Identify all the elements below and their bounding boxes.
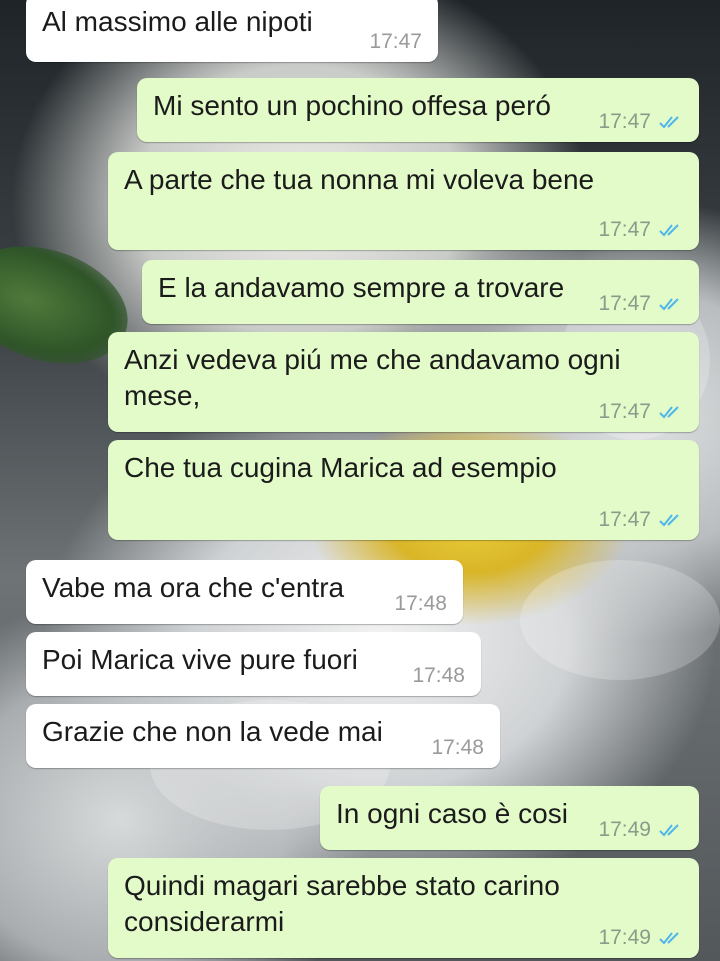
message-text: Che tua cugina Marica ad esempio [124, 452, 557, 483]
message-bubble-incoming[interactable]: Vabe ma ora che c'entra 17:48 [26, 560, 463, 624]
message-text: Vabe ma ora che c'entra [42, 572, 345, 603]
message-time: 17:48 [431, 736, 484, 759]
message-text-line: Quindi magari sarebbe stato carino [124, 870, 560, 901]
message-bubble-outgoing[interactable]: In ogni caso è cosi 17:49 [320, 786, 699, 850]
message-bubble-outgoing[interactable]: A parte che tua nonna mi voleva bene 17:… [108, 152, 699, 250]
message-meta: 17:48 [412, 664, 465, 688]
message-time: 17:47 [598, 292, 651, 315]
message-bubble-outgoing[interactable]: E la andavamo sempre a trovare 17:47 [142, 260, 699, 324]
message-time: 17:49 [598, 818, 651, 841]
message-meta: 17:49 [598, 818, 683, 842]
double-check-read-icon [659, 298, 679, 311]
message-meta: 17:47 [598, 508, 683, 532]
message-time: 17:49 [598, 926, 651, 949]
message-time: 17:47 [598, 110, 651, 133]
message-bubble-outgoing[interactable]: Anzi vedeva piú me che andavamo ogni mes… [108, 332, 699, 432]
message-time: 17:47 [598, 218, 651, 241]
message-time: 17:47 [369, 30, 422, 53]
message-text: Poi Marica vive pure fuori [42, 644, 358, 675]
message-bubble-incoming[interactable]: Al massimo alle nipoti 17:47 [26, 0, 438, 62]
message-bubble-outgoing[interactable]: Mi sento un pochino offesa peró 17:47 [137, 78, 699, 142]
double-check-read-icon [659, 116, 679, 129]
message-bubble-incoming[interactable]: Poi Marica vive pure fuori 17:48 [26, 632, 481, 696]
message-meta: 17:49 [598, 926, 683, 950]
double-check-read-icon [659, 932, 679, 945]
message-meta: 17:47 [369, 30, 422, 54]
message-text: Al massimo alle nipoti [42, 6, 313, 37]
message-time: 17:48 [394, 592, 447, 615]
double-check-read-icon [659, 824, 679, 837]
message-bubble-outgoing[interactable]: Che tua cugina Marica ad esempio 17:47 [108, 440, 699, 540]
message-time: 17:48 [412, 664, 465, 687]
message-list[interactable]: Al massimo alle nipoti 17:47 Mi sento un… [0, 0, 720, 961]
double-check-read-icon [659, 224, 679, 237]
double-check-read-icon [659, 406, 679, 419]
message-time: 17:47 [598, 400, 651, 423]
message-meta: 17:48 [431, 736, 484, 760]
message-text: Grazie che non la vede mai [42, 716, 383, 747]
double-check-read-icon [659, 514, 679, 527]
message-meta: 17:47 [598, 400, 683, 424]
message-meta: 17:48 [394, 592, 447, 616]
message-meta: 17:47 [598, 110, 683, 134]
message-bubble-incoming[interactable]: Grazie che non la vede mai 17:48 [26, 704, 500, 768]
message-text: A parte che tua nonna mi voleva bene [124, 164, 595, 195]
message-time: 17:47 [598, 508, 651, 531]
message-meta: 17:47 [598, 292, 683, 316]
message-bubble-outgoing[interactable]: Quindi magari sarebbe stato carino consi… [108, 858, 699, 958]
message-text-line: Anzi vedeva piú me che andavamo ogni [124, 344, 621, 375]
message-meta: 17:47 [598, 218, 683, 242]
